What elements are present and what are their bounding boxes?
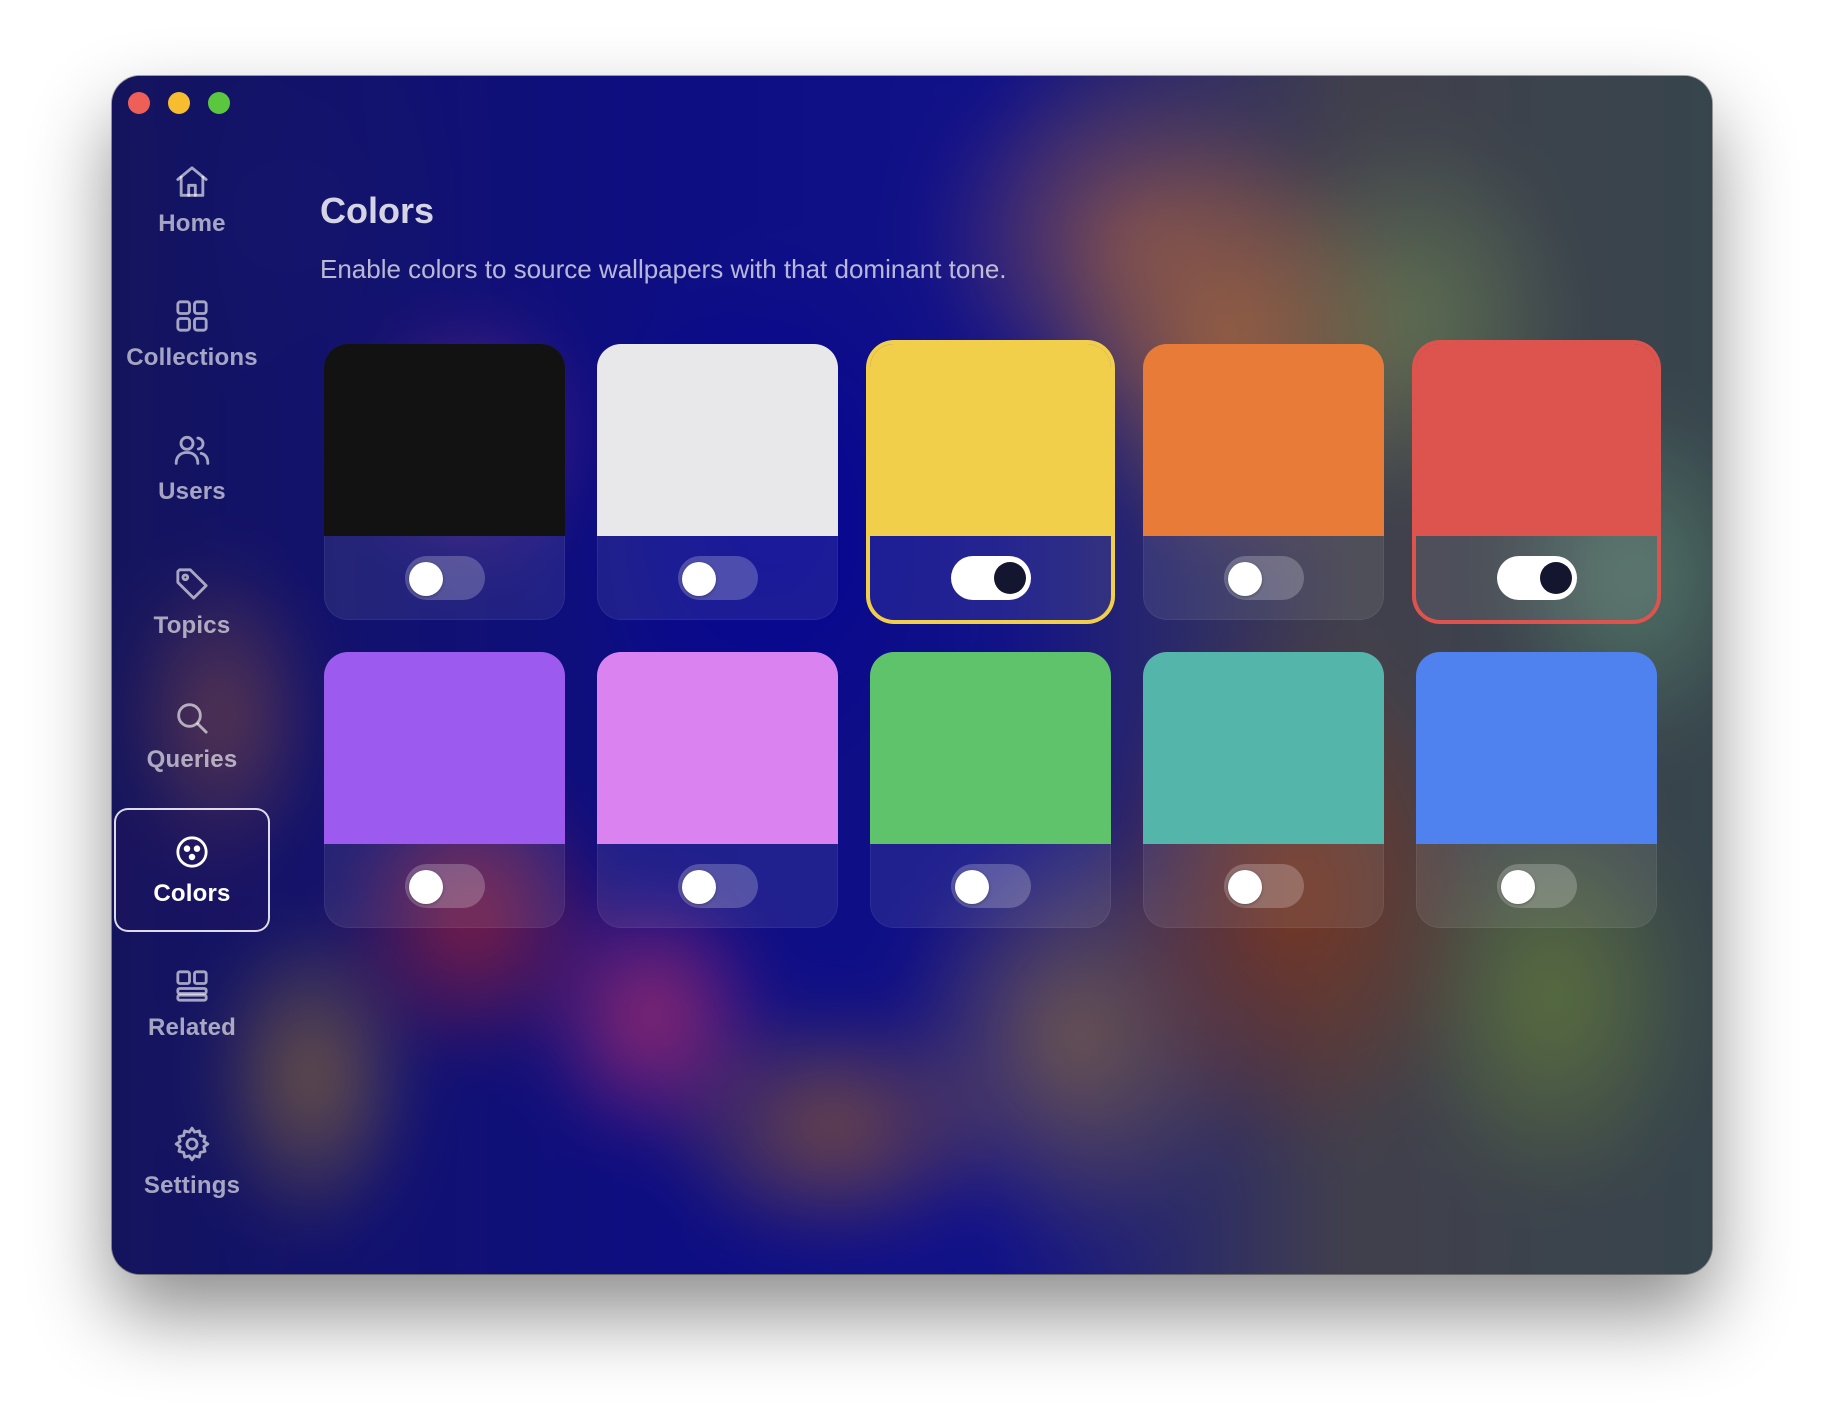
grid-icon <box>176 300 208 332</box>
color-toggle-blue[interactable] <box>1496 864 1577 908</box>
toggle-knob <box>1500 870 1535 904</box>
color-swatch-orange <box>1143 344 1384 536</box>
color-card-teal[interactable] <box>1143 652 1384 928</box>
sidebar-item-collections[interactable]: Collections <box>114 274 270 394</box>
color-toggle-black[interactable] <box>404 556 485 600</box>
toggle-knob <box>993 562 1026 594</box>
color-card-pink[interactable] <box>597 652 838 928</box>
sidebar-item-label: Settings <box>143 1172 241 1199</box>
page-title: Colors <box>320 190 435 231</box>
color-grid <box>324 344 1657 928</box>
toggle-knob <box>681 562 716 596</box>
sidebar-item-settings[interactable]: Settings <box>114 1102 270 1222</box>
color-toggle-red[interactable] <box>1496 556 1577 600</box>
sidebar-item-home[interactable]: Home <box>114 140 270 260</box>
toggle-knob <box>408 870 443 904</box>
toggle-knob <box>1539 562 1572 594</box>
color-card-red[interactable] <box>1416 344 1657 620</box>
color-swatch-blue <box>1416 652 1657 844</box>
tag-icon <box>176 568 208 600</box>
sidebar-item-users[interactable]: Users <box>114 408 270 528</box>
app-window: Home Collections Users Topics Queries Co… <box>112 76 1712 1274</box>
color-card-yellow[interactable] <box>870 344 1111 620</box>
gear-icon <box>174 1126 210 1162</box>
color-toggle-teal[interactable] <box>1223 864 1304 908</box>
sidebar-item-label: Users <box>158 478 226 505</box>
toggle-knob <box>408 562 443 596</box>
color-swatch-yellow <box>870 344 1111 536</box>
sidebar-item-label: Related <box>147 1014 237 1041</box>
color-card-orange[interactable] <box>1143 344 1384 620</box>
sidebar-item-label: Topics <box>153 612 231 639</box>
toggle-knob <box>1227 870 1262 904</box>
zoom-window-button[interactable] <box>208 92 230 114</box>
sidebar: Home Collections Users Topics Queries Co… <box>112 76 272 1274</box>
page-subtitle: Enable colors to source wallpapers with … <box>320 254 1007 284</box>
color-toggle-green[interactable] <box>950 864 1031 908</box>
color-toggle-yellow[interactable] <box>950 556 1031 600</box>
color-swatch-white <box>597 344 838 536</box>
color-toggle-white[interactable] <box>677 556 758 600</box>
sidebar-item-colors[interactable]: Colors <box>114 808 270 932</box>
color-toggle-purple[interactable] <box>404 864 485 908</box>
color-toggle-orange[interactable] <box>1223 556 1304 600</box>
sidebar-item-label: Collections <box>126 344 258 371</box>
sidebar-item-queries[interactable]: Queries <box>114 676 270 796</box>
main-content: Colors Enable colors to source wallpaper… <box>320 76 1712 1274</box>
color-card-white[interactable] <box>597 344 838 620</box>
users-icon <box>174 435 210 465</box>
color-swatch-red <box>1416 344 1657 536</box>
sidebar-item-label: Colors <box>153 880 231 907</box>
toggle-knob <box>681 870 716 904</box>
sidebar-item-label: Home <box>158 210 226 237</box>
minimize-window-button[interactable] <box>168 92 190 114</box>
color-card-blue[interactable] <box>1416 652 1657 928</box>
color-swatch-black <box>324 344 565 536</box>
sidebar-item-label: Queries <box>146 746 238 773</box>
color-swatch-teal <box>1143 652 1384 844</box>
color-swatch-purple <box>324 652 565 844</box>
color-swatch-pink <box>597 652 838 844</box>
color-swatch-green <box>870 652 1111 844</box>
color-card-purple[interactable] <box>324 652 565 928</box>
window-controls <box>128 92 230 114</box>
close-window-button[interactable] <box>128 92 150 114</box>
color-card-green[interactable] <box>870 652 1111 928</box>
home-icon <box>176 166 208 197</box>
palette-icon <box>176 836 208 868</box>
sidebar-item-related[interactable]: Related <box>114 944 270 1064</box>
toggle-knob <box>954 870 989 904</box>
search-icon <box>177 703 208 734</box>
layout-icon <box>176 970 208 1002</box>
toggle-knob <box>1227 562 1262 596</box>
color-toggle-pink[interactable] <box>677 864 758 908</box>
sidebar-item-topics[interactable]: Topics <box>114 542 270 662</box>
color-card-black[interactable] <box>324 344 565 620</box>
